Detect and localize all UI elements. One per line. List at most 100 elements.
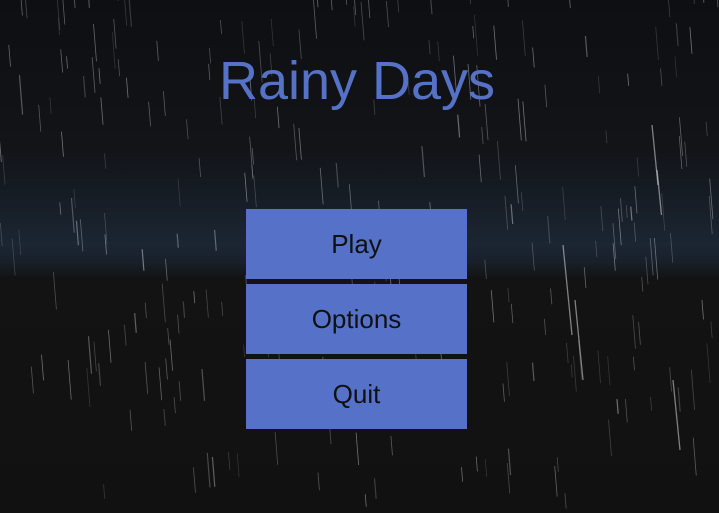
raindrop <box>243 344 246 358</box>
raindrop <box>134 312 137 333</box>
raindrop <box>653 237 659 280</box>
raindrop <box>41 354 44 381</box>
raindrop <box>507 448 512 476</box>
raindrop <box>88 0 91 8</box>
raindrop <box>20 0 23 16</box>
raindrop <box>607 356 611 386</box>
raindrop <box>421 146 426 178</box>
raindrop <box>481 126 484 145</box>
raindrop <box>98 363 102 386</box>
raindrop <box>2 154 6 185</box>
raindrop <box>124 324 127 346</box>
raindrop <box>167 327 170 345</box>
raindrop <box>510 303 514 324</box>
game-title: Rainy Days <box>218 51 496 111</box>
raindrop <box>53 272 57 310</box>
raindrop <box>221 301 224 316</box>
raindrop <box>710 321 713 339</box>
raindrop <box>317 0 319 8</box>
raindrop <box>330 0 333 11</box>
raindrop <box>566 342 569 364</box>
raindrop <box>504 195 509 230</box>
raindrop <box>531 362 535 382</box>
raindrop <box>550 288 553 305</box>
raindrop <box>62 0 66 25</box>
raindrop <box>198 158 202 178</box>
raindrop <box>690 369 695 410</box>
raindrop <box>595 240 598 257</box>
raindrop <box>634 186 638 214</box>
raindrop <box>319 167 324 205</box>
raindrop <box>182 301 186 318</box>
raindrop <box>632 356 635 371</box>
raindrop <box>87 336 93 374</box>
raindrop <box>74 0 76 9</box>
raindrop <box>61 131 64 157</box>
raindrop <box>641 277 644 292</box>
raindrop <box>86 367 91 407</box>
raindrop <box>313 0 317 39</box>
raindrop <box>672 379 681 451</box>
raindrop <box>636 157 640 177</box>
raindrop <box>253 175 257 208</box>
raindrop <box>75 220 80 246</box>
quit-button[interactable]: Quit <box>246 359 467 429</box>
raindrop <box>692 437 697 476</box>
raindrop <box>0 222 3 247</box>
raindrop <box>497 141 501 180</box>
raindrop <box>630 206 633 221</box>
options-button[interactable]: Options <box>246 284 467 354</box>
raindrop <box>677 387 681 412</box>
raindrop <box>514 165 519 204</box>
raindrop <box>70 197 75 233</box>
play-button[interactable]: Play <box>246 209 467 279</box>
raindrop <box>669 367 672 392</box>
raindrop <box>165 258 168 281</box>
raindrop <box>684 141 688 167</box>
raindrop <box>608 419 612 457</box>
raindrop <box>163 408 166 427</box>
raindrop <box>293 123 298 161</box>
raindrop <box>475 456 478 472</box>
raindrop <box>67 359 72 400</box>
raindrop <box>11 238 16 276</box>
raindrop <box>457 114 461 138</box>
raindrop <box>25 0 28 19</box>
raindrop <box>108 329 112 363</box>
raindrop <box>507 0 510 7</box>
raindrop <box>205 289 209 318</box>
raindrop <box>562 186 566 221</box>
raindrop <box>220 20 222 34</box>
raindrop <box>335 162 339 188</box>
raindrop <box>353 6 356 27</box>
raindrop <box>158 367 163 401</box>
raindrop <box>368 0 371 19</box>
raindrop <box>128 0 133 27</box>
raindrop <box>625 398 628 423</box>
raindrop <box>562 244 573 336</box>
raindrop <box>386 1 389 28</box>
raindrop <box>104 212 108 245</box>
raindrop <box>574 299 584 381</box>
raindrop <box>617 208 622 246</box>
raindrop <box>73 188 76 208</box>
raindrop <box>270 18 274 47</box>
raindrop <box>373 478 377 499</box>
raindrop <box>390 435 393 456</box>
raindrop <box>484 459 488 477</box>
raindrop <box>348 184 352 211</box>
raindrop <box>547 216 551 244</box>
raindrop <box>173 397 176 414</box>
raindrop <box>569 0 571 9</box>
raindrop <box>490 290 495 323</box>
raindrop <box>354 0 357 16</box>
raindrop <box>716 0 719 8</box>
raindrop <box>211 456 216 487</box>
raindrop <box>645 256 649 285</box>
raindrop <box>103 484 106 499</box>
raindrop <box>502 383 505 402</box>
raindrop <box>461 467 464 482</box>
raindrop <box>93 341 97 372</box>
raindrop <box>531 242 535 271</box>
raindrop <box>213 229 217 251</box>
